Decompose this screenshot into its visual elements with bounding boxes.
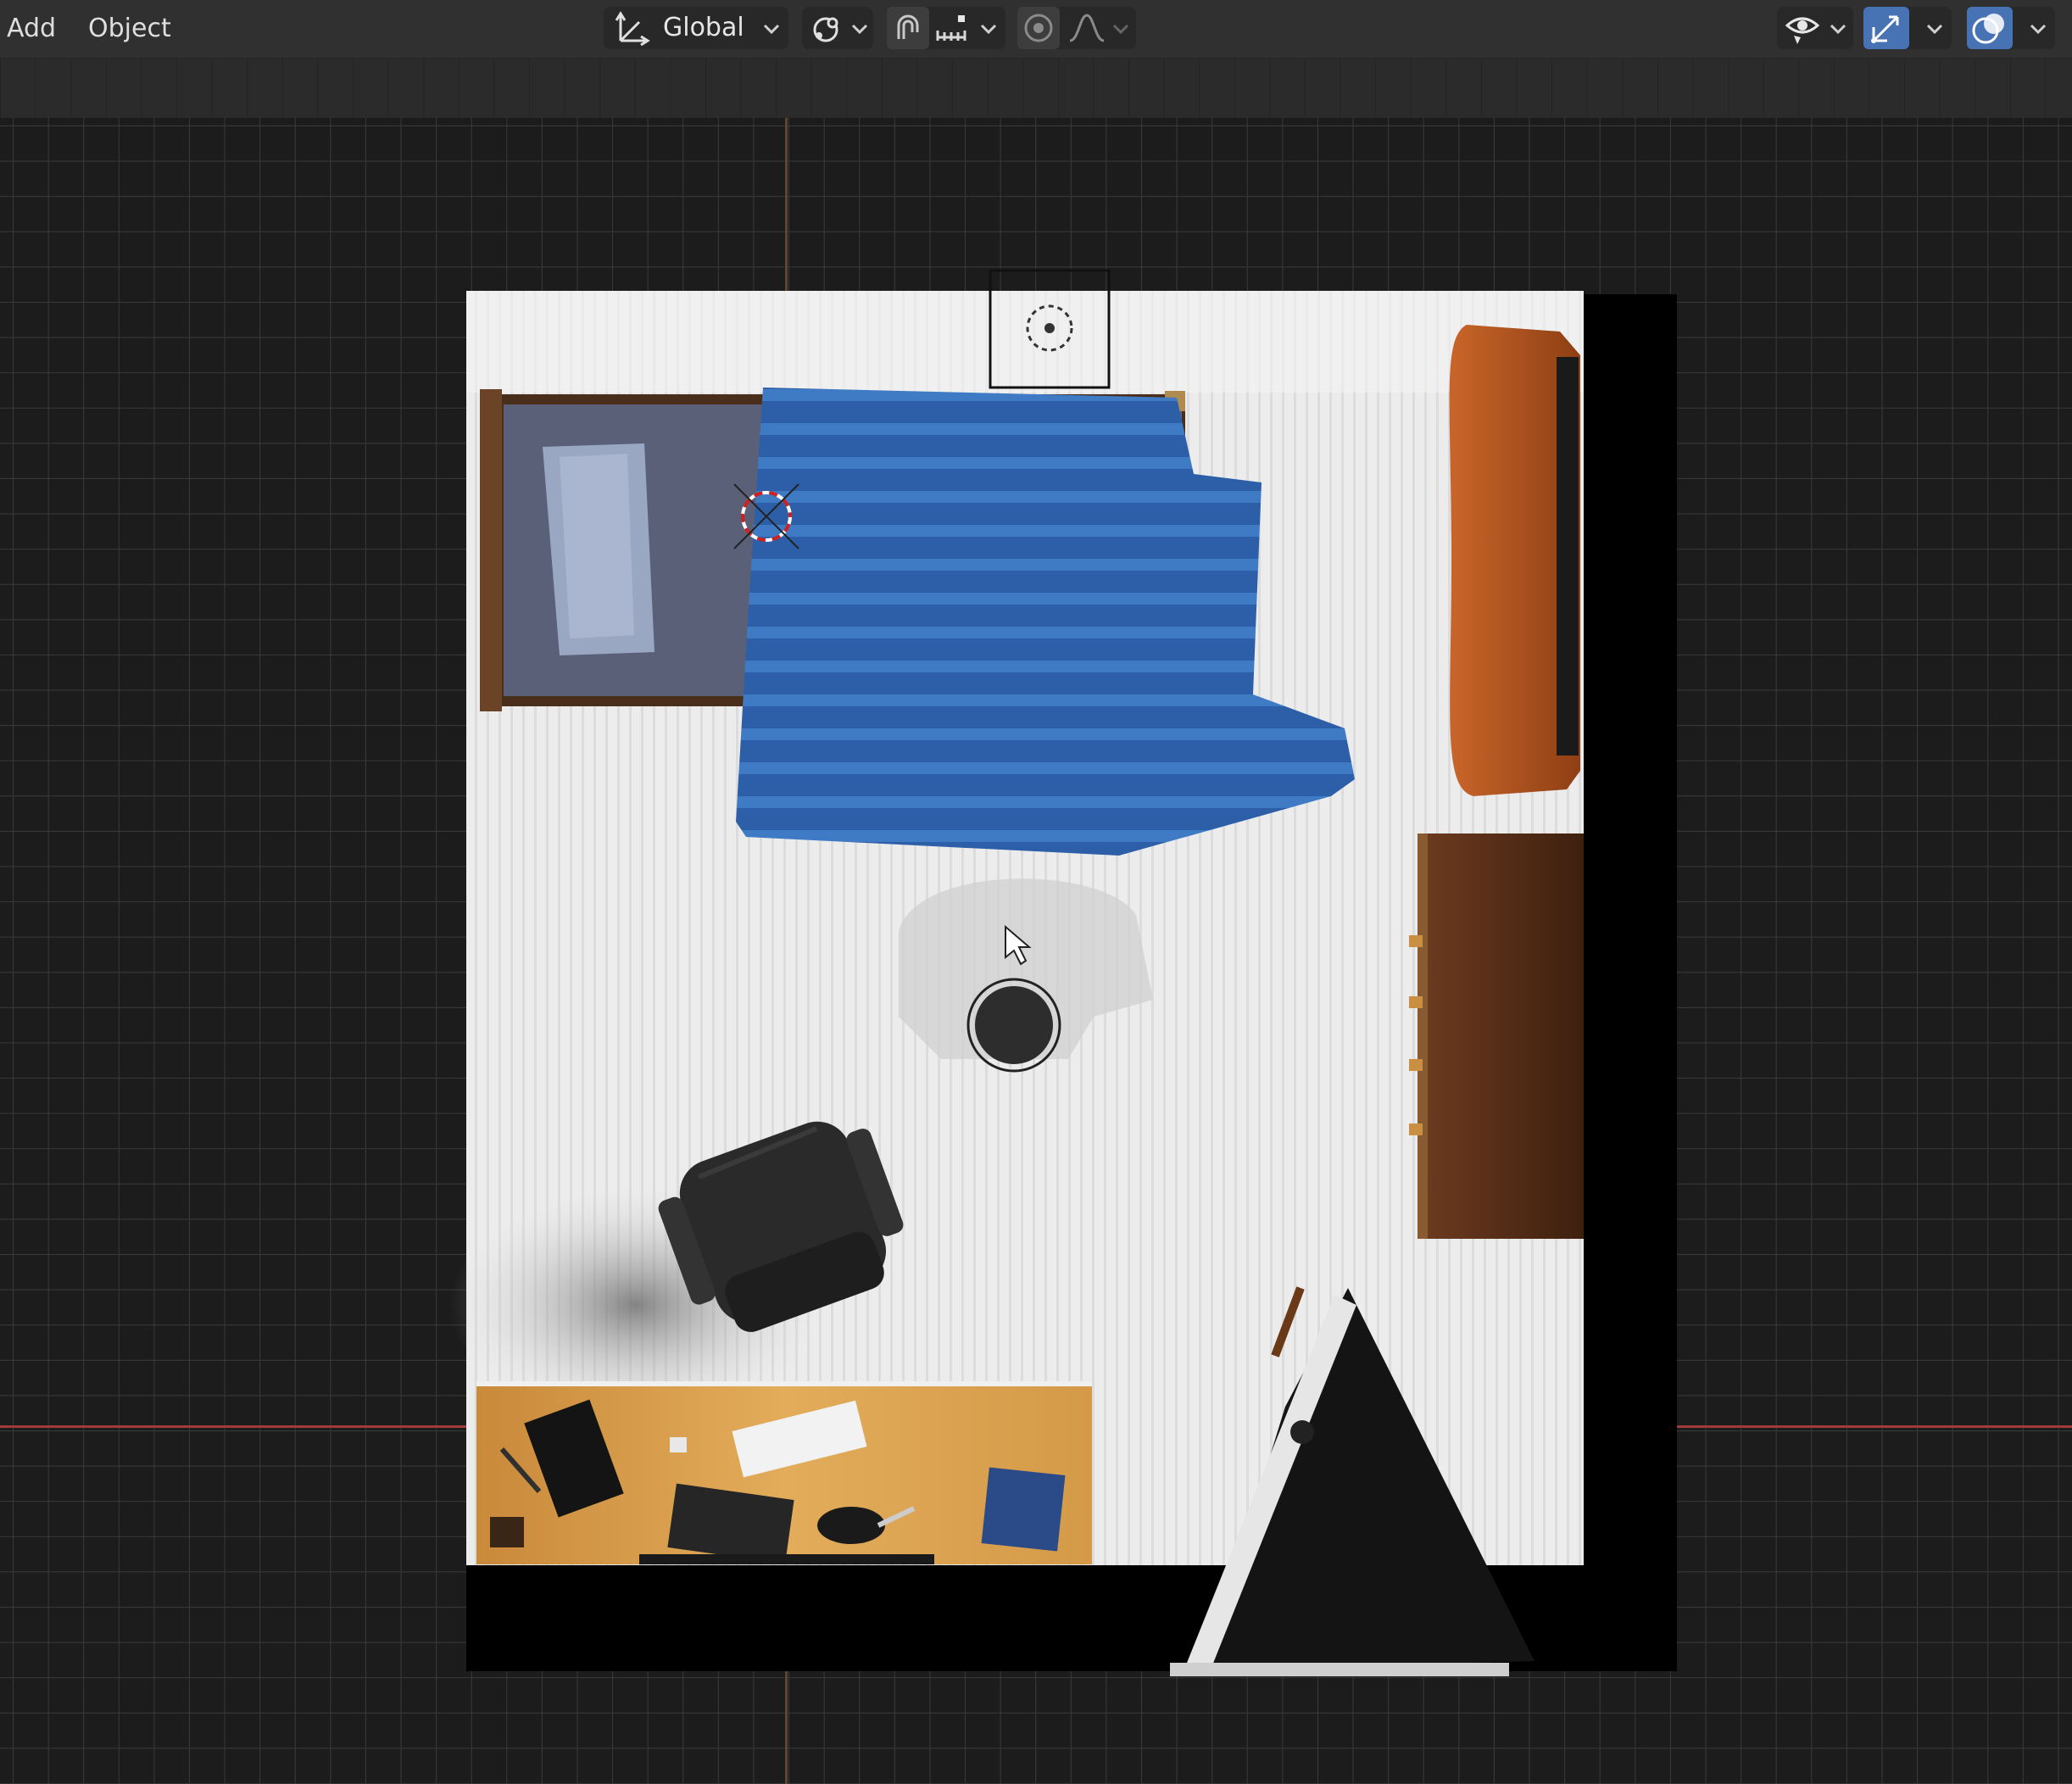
proportional-editing-group: [1017, 7, 1136, 49]
3d-viewport[interactable]: [0, 118, 2072, 1784]
proportional-editing-icon[interactable]: [1017, 7, 1060, 49]
pivot-point-dropdown[interactable]: [802, 7, 873, 49]
scene-render: [449, 269, 1677, 1676]
desk: [476, 1381, 1092, 1564]
menu-add[interactable]: Add: [0, 7, 63, 51]
chevron-down-icon[interactable]: [1111, 7, 1131, 49]
camera-object: [966, 978, 1061, 1073]
snap-magnet-icon[interactable]: [887, 7, 929, 49]
orientation-icon: [614, 7, 651, 49]
tool-settings-strip: [0, 59, 2072, 118]
visibility-eye-icon: [1782, 7, 1824, 49]
pencil-cup: [490, 1517, 524, 1547]
overlays-toggle-group: [1967, 7, 2055, 49]
object-visibility-dropdown[interactable]: [1777, 7, 1853, 49]
dresser: [1426, 833, 1584, 1239]
tv-screen: [1557, 357, 1579, 755]
gizmo-icon[interactable]: [1863, 7, 1909, 49]
chevron-down-icon[interactable]: [1924, 7, 1945, 49]
mouse: [817, 1507, 885, 1544]
gizmo-toggle-group: [1863, 7, 1952, 49]
3d-cursor: [733, 483, 799, 549]
orientation-label: Global: [663, 13, 744, 42]
transform-orientation-dropdown[interactable]: Global: [604, 7, 788, 49]
menu-object[interactable]: Object: [81, 7, 178, 51]
overlay-icon[interactable]: [1967, 7, 2013, 49]
chevron-down-icon: [761, 7, 782, 49]
books: [981, 1467, 1066, 1552]
chevron-down-icon: [849, 7, 870, 49]
pivot-point-icon: [809, 7, 848, 49]
snap-increment-icon[interactable]: [933, 7, 975, 49]
falloff-curve-icon[interactable]: [1067, 7, 1109, 49]
viewport-header: Add Object Global: [0, 0, 2072, 59]
chevron-down-icon[interactable]: [978, 7, 999, 49]
chevron-down-icon[interactable]: [2028, 7, 2048, 49]
eraser: [670, 1437, 687, 1452]
snapping-group: [887, 7, 1005, 49]
chevron-down-icon: [1828, 7, 1848, 49]
